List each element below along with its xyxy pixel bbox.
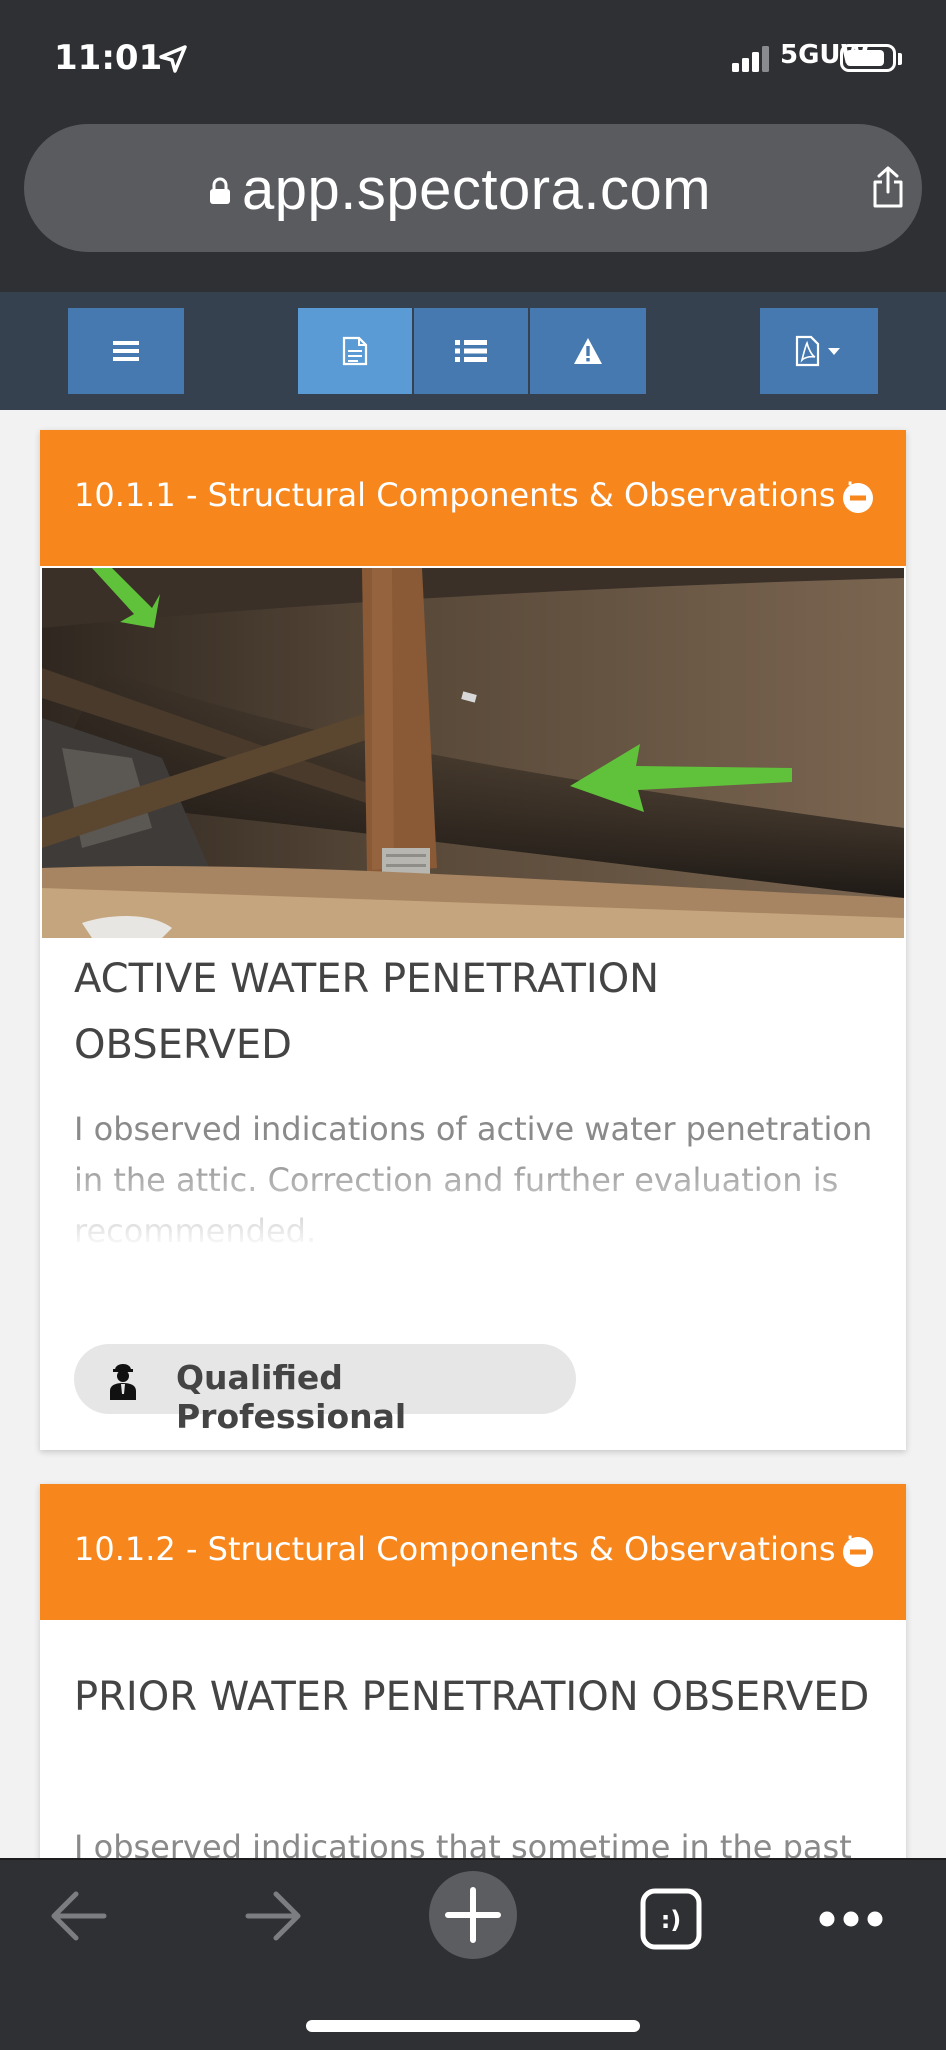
warning-icon (574, 338, 602, 364)
finding-title: PRIOR WATER PENETRATION OBSERVED (74, 1674, 870, 1720)
menu-icon (113, 341, 139, 361)
status-time: 11:01 (54, 38, 163, 78)
cellular-signal-icon (732, 46, 769, 72)
report-content: 10.1.1 - Structural Components & Observa… (0, 410, 946, 1858)
pdf-dropdown-icon (795, 335, 840, 367)
finding-header[interactable]: 10.1.1 - Structural Components & Observa… (40, 430, 906, 566)
finding-photo[interactable] (42, 568, 904, 938)
report-toolbar (0, 292, 946, 410)
finding-header[interactable]: 10.1.2 - Structural Components & Observa… (40, 1484, 906, 1620)
attic-photo-image (42, 568, 904, 938)
finding-header-title: 10.1.1 - Structural Components & Observa… (74, 476, 855, 514)
recommendation-badge: Qualified Professional (74, 1344, 576, 1436)
professional-person-icon (110, 1364, 136, 1400)
status-bar: 11:01 5GUW (0, 0, 946, 120)
more-options-icon[interactable] (818, 1910, 884, 1928)
browser-address-area: app.spectora.com (0, 120, 946, 294)
recommendation-label: Qualified Professional (176, 1358, 407, 1436)
menu-button[interactable] (68, 308, 184, 394)
back-arrow-icon[interactable] (46, 1886, 110, 1946)
home-indicator (306, 2020, 640, 2032)
finding-card: 10.1.2 - Structural Components & Observa… (40, 1484, 906, 1858)
document-icon (342, 336, 368, 366)
new-tab-plus-icon[interactable] (428, 1870, 518, 1960)
forward-arrow-icon[interactable] (242, 1886, 306, 1946)
browser-bottom-bar: :) (0, 1858, 946, 2050)
svg-text::): :) (661, 1906, 682, 1934)
summary-list-button[interactable] (414, 308, 528, 394)
finding-description: I observed indications that sometime in … (74, 1828, 852, 1858)
lock-icon (210, 177, 230, 204)
tabs-icon[interactable]: :) (640, 1888, 702, 1950)
battery-icon (840, 44, 896, 72)
list-icon (455, 340, 487, 362)
finding-header-title: 10.1.2 - Structural Components & Observa… (74, 1530, 855, 1568)
url-text: app.spectora.com (242, 157, 712, 222)
collapse-icon[interactable] (842, 482, 874, 514)
defects-button[interactable] (530, 308, 646, 394)
finding-card: 10.1.1 - Structural Components & Observa… (40, 430, 906, 1450)
pdf-download-button[interactable] (760, 308, 878, 394)
finding-title: ACTIVE WATER PENETRATION OBSERVED (74, 956, 660, 1068)
location-arrow-icon (159, 45, 187, 73)
address-bar[interactable]: app.spectora.com (24, 124, 922, 252)
collapse-icon[interactable] (842, 1536, 874, 1568)
share-icon[interactable] (870, 166, 906, 208)
full-report-button[interactable] (298, 308, 412, 394)
